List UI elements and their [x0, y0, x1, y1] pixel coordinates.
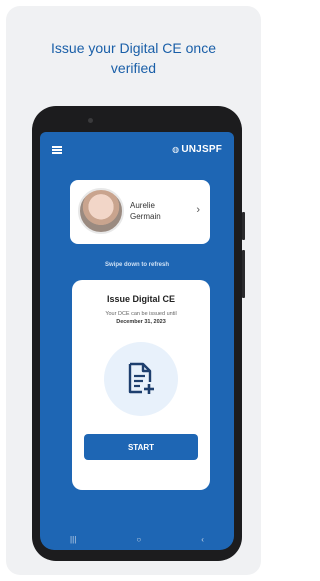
document-illustration — [104, 342, 178, 416]
phone-camera — [88, 118, 93, 123]
headline-line-1: Issue your Digital CE once — [51, 40, 216, 56]
issue-card-title: Issue Digital CE — [106, 294, 176, 304]
issue-card-subtitle: Your DCE can be issued until December 31… — [72, 310, 210, 326]
back-icon[interactable]: ‹ — [201, 535, 204, 544]
promo-headline: Issue your Digital CE once verified — [20, 38, 247, 78]
recent-apps-icon[interactable]: ||| — [70, 535, 76, 544]
un-emblem-icon: ◍ — [172, 145, 180, 154]
hamburger-menu-icon[interactable] — [52, 146, 62, 154]
issue-card: Issue Digital CE Your DCE can be issued … — [72, 280, 210, 490]
brand-logo: ◍ UNJSPF — [172, 144, 222, 155]
headline-line-2: verified — [110, 60, 157, 76]
start-button[interactable]: START — [84, 434, 198, 460]
phone-screen: ◍ UNJSPF Aurelie Germain › Swipe down to… — [40, 132, 234, 550]
phone-power-button — [242, 250, 245, 298]
profile-card[interactable]: Aurelie Germain › — [70, 180, 210, 244]
chevron-right-icon[interactable]: › — [196, 204, 200, 216]
issue-deadline: December 31, 2023 — [116, 319, 166, 325]
refresh-hint: Swipe down to refresh — [104, 262, 169, 268]
issue-subtitle-text: Your DCE can be issued until — [105, 311, 177, 317]
phone-volume-button — [242, 212, 245, 240]
add-document-icon — [128, 362, 154, 394]
avatar — [78, 188, 124, 234]
android-nav-bar: ||| ○ ‹ — [40, 528, 234, 550]
home-icon[interactable]: ○ — [136, 535, 141, 544]
app-top-bar: ◍ UNJSPF — [40, 132, 234, 166]
brand-name: UNJSPF — [181, 144, 222, 155]
profile-name: Aurelie Germain — [130, 200, 161, 222]
profile-first-name: Aurelie — [130, 201, 155, 210]
profile-last-name: Germain — [130, 212, 161, 221]
